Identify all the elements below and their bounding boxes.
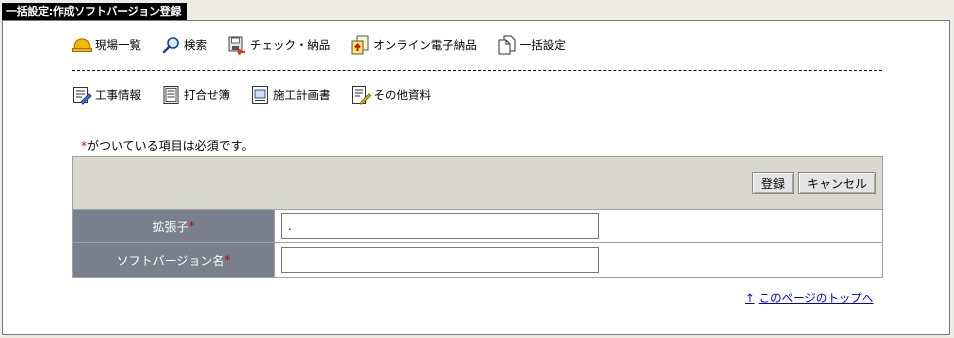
nav-meeting-log[interactable]: 打合せ簿 xyxy=(161,85,230,105)
online-delivery-icon xyxy=(350,35,370,55)
main-panel: 現場一覧 検索 チェック・納品 オンライン電子納品 一括設定 工事情報 打合せ簿… xyxy=(2,20,950,335)
nav-batch-settings-label: 一括設定 xyxy=(519,38,566,52)
nav-batch-settings[interactable]: 一括設定 xyxy=(497,35,566,55)
nav-check-delivery-label: チェック・納品 xyxy=(250,38,331,52)
nav-construction-info[interactable]: 工事情報 xyxy=(72,85,141,105)
nav-search-label: 検索 xyxy=(184,38,207,52)
nav-other-docs[interactable]: その他資料 xyxy=(351,85,432,105)
nav-construction-plan-label: 施工計画書 xyxy=(273,88,331,102)
required-note-text: がついている項目は必須です。 xyxy=(87,139,254,153)
other-docs-icon xyxy=(351,85,371,105)
check-delivery-icon xyxy=(227,35,247,55)
nav-other-docs-label: その他資料 xyxy=(373,88,432,102)
software-version-input[interactable] xyxy=(281,247,599,273)
batch-settings-icon xyxy=(497,35,517,55)
helmet-icon xyxy=(72,35,92,55)
extension-label-cell: 拡張子 * xyxy=(73,210,275,242)
meeting-log-icon xyxy=(161,85,181,105)
search-icon xyxy=(161,35,181,55)
secondary-nav: 工事情報 打合せ簿 施工計画書 その他資料 xyxy=(72,85,451,105)
extension-label: 拡張子 xyxy=(152,219,189,234)
nav-site-list[interactable]: 現場一覧 xyxy=(72,35,141,55)
construction-plan-icon xyxy=(250,85,270,105)
software-version-required-star: * xyxy=(224,253,231,267)
extension-input[interactable] xyxy=(281,213,599,239)
required-note: *がついている項目は必須です。 xyxy=(81,137,253,154)
construction-info-icon xyxy=(72,85,92,105)
register-button[interactable]: 登録 xyxy=(751,172,794,194)
software-version-row: ソフトバージョン名 * xyxy=(73,243,882,277)
primary-nav: 現場一覧 検索 チェック・納品 オンライン電子納品 一括設定 xyxy=(72,35,586,55)
extension-row: 拡張子 * xyxy=(73,210,882,243)
software-version-label: ソフトバージョン名 xyxy=(116,253,225,268)
nav-online-delivery[interactable]: オンライン電子納品 xyxy=(350,35,477,55)
software-version-value-cell xyxy=(275,243,882,277)
software-version-label-cell: ソフトバージョン名 * xyxy=(73,243,275,277)
form-toolbar: 登録 キャンセル xyxy=(73,157,882,210)
nav-check-delivery[interactable]: チェック・納品 xyxy=(227,35,330,55)
page-title: 一括設定:作成ソフトバージョン登録 xyxy=(2,3,188,20)
nav-meeting-log-label: 打合せ簿 xyxy=(184,88,230,102)
page-top-link[interactable]: ↑ このページのトップへ xyxy=(745,290,873,306)
page-top-link-label: このページのトップへ xyxy=(758,291,874,305)
cancel-button[interactable]: キャンセル xyxy=(797,172,876,194)
nav-divider xyxy=(72,70,882,71)
extension-required-star: * xyxy=(188,219,195,233)
nav-search[interactable]: 検索 xyxy=(161,35,207,55)
nav-construction-info-label: 工事情報 xyxy=(95,88,141,102)
registration-form: 登録 キャンセル 拡張子* ソフトバージョン名* xyxy=(72,156,883,278)
nav-site-list-label: 現場一覧 xyxy=(95,38,141,52)
nav-online-delivery-label: オンライン電子納品 xyxy=(373,38,477,52)
nav-construction-plan[interactable]: 施工計画書 xyxy=(250,85,331,105)
up-arrow-icon: ↑ xyxy=(745,291,755,305)
extension-value-cell xyxy=(275,210,882,242)
